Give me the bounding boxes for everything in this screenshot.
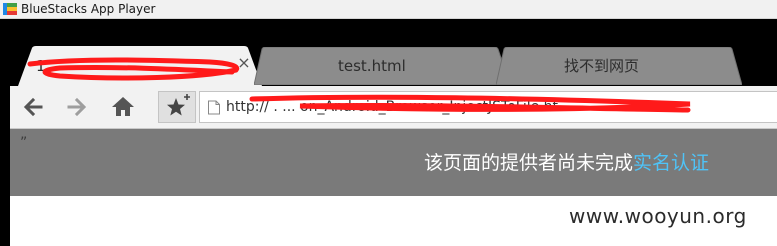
banner-text: 该页面的提供者尚未完成 [424,152,634,174]
url-text: http:// . ... on_Android_Browser_InjectJ… [226,99,559,115]
arrow-right-icon[interactable] [64,94,90,120]
web-page-content: ” 该页面的提供者尚未完成实名认证 www.wooyun.org [10,129,777,246]
tab-active-label: 1 [36,57,46,75]
close-icon[interactable]: × [236,55,252,71]
window-title-bar: BlueStacks App Player [0,0,777,19]
tab-not-found[interactable]: 找不到网页 [496,47,742,87]
window-title: BlueStacks App Player [21,2,156,16]
tab-active-shape [18,46,262,86]
page-icon [208,100,220,115]
home-icon[interactable] [110,94,136,120]
arrow-left-icon[interactable] [20,94,46,120]
star-plus-icon [167,94,190,116]
banner-message: 该页面的提供者尚未完成实名认证 [424,151,709,175]
address-bar[interactable]: http:// . ... on_Android_Browser_InjectJ… [199,91,777,123]
tab-active[interactable]: 1 × [18,46,262,86]
quote-mark: ” [20,135,28,151]
browser-toolbar: http:// . ... on_Android_Browser_InjectJ… [10,86,777,129]
tab-not-found-label: 找不到网页 [564,57,640,75]
tab-test-html[interactable]: test.html [254,47,510,87]
emulator-window: BlueStacks App Player 1 × test.html 找不到网… [0,0,777,246]
verification-banner: ” 该页面的提供者尚未完成实名认证 [10,129,777,196]
bluestacks-logo-icon [3,3,17,15]
bookmark-button[interactable] [158,91,196,123]
tab-strip: 1 × test.html 找不到网页 [0,19,777,87]
tab-test-html-label: test.html [338,57,406,75]
real-name-verification-link[interactable]: 实名认证 [633,152,709,174]
watermark-text: www.wooyun.org [569,204,747,228]
